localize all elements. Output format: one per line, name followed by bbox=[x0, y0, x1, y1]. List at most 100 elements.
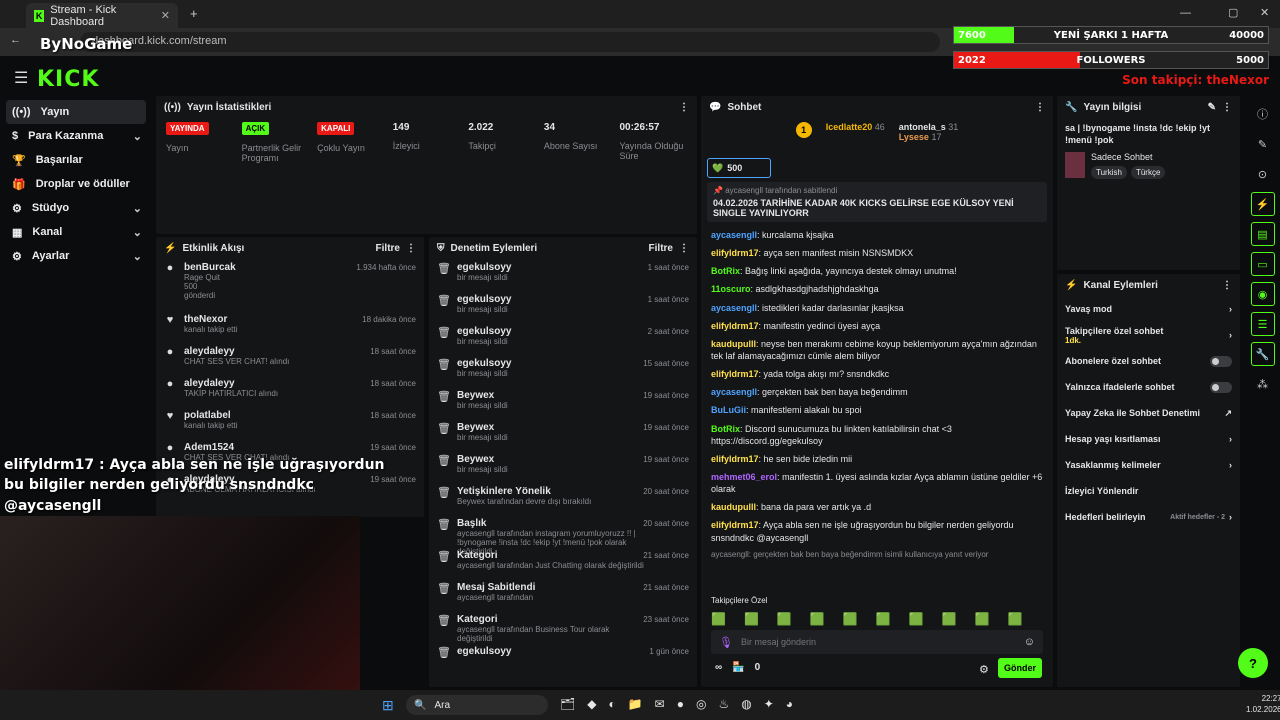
chat-username[interactable]: aycasengll bbox=[711, 387, 757, 397]
mod-action-item[interactable]: 🗑 Mesaj Sabitlendi aycasengll tarafından 21… bbox=[429, 579, 697, 611]
close-tab-icon[interactable]: ✕ bbox=[161, 9, 170, 22]
chat-username[interactable]: BuLuGii bbox=[711, 405, 746, 415]
list-icon[interactable]: ☰ bbox=[1250, 312, 1275, 336]
mod-filter-button[interactable]: Filtre bbox=[649, 243, 673, 254]
chat-username[interactable]: 11oscuro bbox=[711, 284, 751, 294]
chat-username[interactable]: elifyldrm17 bbox=[711, 520, 759, 530]
mod-action-item[interactable]: 🗑 egekulsoyy bir mesajı sildi 15 saat önce bbox=[429, 355, 697, 387]
points-icon[interactable]: ∞ bbox=[715, 662, 722, 673]
sidebar-item[interactable]: 🎁 Droplar ve ödüller bbox=[0, 172, 152, 196]
top-gifter-1[interactable]: Icedlatte20 bbox=[826, 122, 873, 132]
chrome-icon[interactable]: ◎ bbox=[696, 697, 706, 711]
chat-message[interactable]: aycasengll: gerçekten bak ben baya beğen… bbox=[701, 383, 1053, 401]
tag-chip[interactable]: Türkçe bbox=[1130, 166, 1166, 180]
emote-icon[interactable]: 🟩 bbox=[909, 612, 924, 626]
pen-icon[interactable]: ✎ bbox=[1251, 132, 1275, 156]
obs-icon[interactable]: ◍ bbox=[741, 697, 751, 711]
chat-message[interactable]: 11oscuro: asdlgkhasdgjhadshjghdaskhga bbox=[701, 280, 1053, 298]
more-icon[interactable]: ⋮ bbox=[679, 102, 689, 113]
mod-action-item[interactable]: 🗑 Kategori aycasengll tarafından Just Chat… bbox=[429, 547, 697, 579]
clock[interactable]: 22:27 1.02.2026 bbox=[1246, 693, 1280, 715]
spotify-icon[interactable]: ● bbox=[677, 697, 684, 711]
mod-action-item[interactable]: 🗑 Başlık aycasengll tarafından instagram y… bbox=[429, 515, 697, 556]
channel-action-row[interactable]: Yapay Zeka ile Sohbet Denetimi ↗ bbox=[1057, 400, 1240, 426]
files-icon[interactable]: 🗂 bbox=[560, 697, 575, 711]
mic-icon[interactable]: 🎙 bbox=[719, 636, 733, 649]
activity-item[interactable]: ● benBurcak Rage Quit 500 gönderdi 1.934 haft… bbox=[156, 259, 424, 311]
mod-action-item[interactable]: 🗑 Beywex bir mesajı sildi 19 saat önce bbox=[429, 451, 697, 483]
chat-username[interactable]: mehmet06_erol bbox=[711, 472, 777, 482]
more-icon[interactable]: ⋮ bbox=[1222, 102, 1232, 113]
chat-username[interactable]: BotRix bbox=[711, 424, 740, 434]
emote-icon[interactable]: 🟩 bbox=[942, 612, 957, 626]
activity-item[interactable]: ♥ polatlabel kanalı takip etti 18 saat önce bbox=[156, 407, 424, 439]
send-button[interactable]: Gönder bbox=[998, 658, 1042, 678]
chat-username[interactable]: kaudupulll bbox=[711, 502, 756, 512]
sidebar-item[interactable]: 🏆 Başarılar bbox=[0, 148, 152, 172]
chat-message[interactable]: elifyldrm17: yada tolga akışı mı? snsndk… bbox=[701, 365, 1053, 383]
store-icon[interactable]: 🏪 bbox=[732, 662, 744, 673]
emote-icon[interactable]: 🟩 bbox=[1008, 612, 1023, 626]
document-icon[interactable]: ▤ bbox=[1250, 222, 1275, 246]
top-gifter-2[interactable]: antonela_s bbox=[899, 122, 946, 132]
mod-action-item[interactable]: 🗑 egekulsoyy bir mesajı sildi 1 saat önce bbox=[429, 259, 697, 291]
chat-username[interactable]: aycasengll bbox=[711, 303, 757, 313]
mod-action-item[interactable]: 🗑 Beywex bir mesajı sildi 19 saat önce bbox=[429, 419, 697, 451]
mail-icon[interactable]: ✉ bbox=[655, 697, 665, 711]
minimize-icon[interactable]: — bbox=[1180, 7, 1191, 19]
chat-username[interactable]: elifyldrm17 bbox=[711, 454, 759, 464]
mod-action-item[interactable]: 🗑 egekulsoyy bir mesajı sildi 1 saat önce bbox=[429, 291, 697, 323]
channel-action-row[interactable]: Hedefleri belirleyin Aktif hedefler - 2 › bbox=[1057, 504, 1240, 530]
new-tab-icon[interactable]: + bbox=[190, 6, 198, 21]
emoji-icon[interactable]: ☺ bbox=[1024, 636, 1035, 648]
wrench-icon[interactable]: 🔧 bbox=[1250, 342, 1275, 366]
channel-action-row[interactable]: İzleyici Yönlendir bbox=[1057, 478, 1240, 504]
chat-username[interactable]: kaudupulll bbox=[711, 339, 756, 349]
chat-input-box[interactable]: 🎙 ☺ bbox=[711, 630, 1043, 654]
hamburger-menu-icon[interactable]: ☰ bbox=[14, 68, 28, 88]
chat-message[interactable]: BotRix: Bağış linki aşağıda, yayıncıya d… bbox=[701, 262, 1053, 280]
channel-action-row[interactable]: Takipçilere özel sohbet 1dk. › bbox=[1057, 322, 1240, 348]
sidebar-item[interactable]: $ Para Kazanma ⌄ bbox=[0, 124, 152, 148]
chat-username[interactable]: BotRix bbox=[711, 266, 740, 276]
channel-action-row[interactable]: Yavaş mod › bbox=[1057, 296, 1240, 322]
sidebar-item[interactable]: ((•)) Yayın bbox=[6, 100, 146, 124]
close-window-icon[interactable]: ✕ bbox=[1260, 6, 1269, 19]
mod-action-item[interactable]: 🗑 egekulsoyy bir mesajı sildi 2 saat önce bbox=[429, 323, 697, 355]
chat-message[interactable]: BotRix: Discord sunucumuza bu linkten ka… bbox=[701, 420, 1053, 450]
chat-message[interactable]: elifyldrm17: manifestin yedinci üyesi ay… bbox=[701, 317, 1053, 335]
chat-username[interactable]: elifyldrm17 bbox=[711, 321, 759, 331]
sidebar-item[interactable]: ⚙ Stüdyo ⌄ bbox=[0, 196, 152, 220]
more-icon[interactable]: ⋮ bbox=[679, 243, 689, 254]
windows-start-icon[interactable]: ⊞ bbox=[382, 697, 394, 714]
taskbar-search[interactable]: 🔍 Ara bbox=[406, 695, 548, 715]
chat-message[interactable]: kaudupulll: bana da para ver artık ya .d bbox=[701, 498, 1053, 516]
broadcast-icon[interactable]: ◉ bbox=[1250, 282, 1275, 306]
discord-icon[interactable]: ◕ bbox=[786, 697, 793, 711]
help-icon[interactable]: ? bbox=[1238, 648, 1268, 678]
kick-logo[interactable]: KICK bbox=[37, 67, 99, 92]
mod-action-item[interactable]: 🗑 Beywex bir mesajı sildi 19 saat önce bbox=[429, 387, 697, 419]
emote-icon[interactable]: 🟩 bbox=[744, 612, 759, 626]
emote-icon[interactable]: 🟩 bbox=[876, 612, 891, 626]
more-icon[interactable]: ⋮ bbox=[1035, 102, 1045, 113]
channel-action-row[interactable]: Yasaklanmış kelimeler › bbox=[1057, 452, 1240, 478]
chat-icon[interactable]: ▭ bbox=[1250, 252, 1275, 276]
toggle-switch[interactable] bbox=[1210, 355, 1232, 367]
activity-item[interactable]: ♥ theNexor kanalı takip etti 18 dakika önce bbox=[156, 311, 424, 343]
chat-message[interactable]: aycasengll: kurcalama kjsajka bbox=[701, 226, 1053, 244]
chat-username[interactable]: elifyldrm17 bbox=[711, 369, 759, 379]
browser-tab[interactable]: K Stream - Kick Dashboard ✕ bbox=[26, 3, 178, 28]
folder-icon[interactable]: 📁 bbox=[628, 697, 643, 711]
back-icon[interactable]: ← bbox=[10, 34, 21, 46]
chat-message[interactable]: BuLuGii: manifestlemi alakalı bu spoi bbox=[701, 401, 1053, 419]
emote-icon[interactable]: 🟩 bbox=[975, 612, 990, 626]
kicks-goal-chip[interactable]: 💚 500 bbox=[707, 158, 771, 178]
activity-item[interactable]: ● aleydaleyy CHAT SES VER CHAT! alındı 18 s… bbox=[156, 343, 424, 375]
sidebar-item[interactable]: ⚙ Ayarlar ⌄ bbox=[0, 244, 152, 268]
chat-message[interactable]: elifyldrm17: ayça sen manifest misin NSN… bbox=[701, 244, 1053, 262]
target-icon[interactable]: ⊙ bbox=[1251, 162, 1275, 186]
top-gifter-3[interactable]: Lysese bbox=[899, 132, 929, 142]
emote-icon[interactable]: 🟩 bbox=[843, 612, 858, 626]
activity-filter-button[interactable]: Filtre bbox=[376, 243, 400, 254]
